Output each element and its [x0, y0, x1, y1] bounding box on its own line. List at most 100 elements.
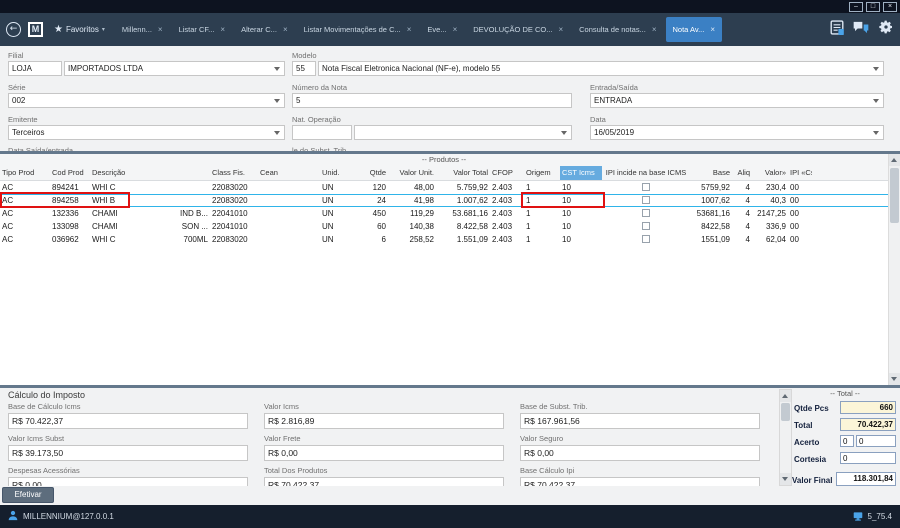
tasks-icon[interactable]: [830, 20, 844, 40]
settings-gear-icon[interactable]: [878, 19, 894, 40]
calc-field-value[interactable]: R$ 39.173,50: [8, 445, 248, 461]
ipi-checkbox[interactable]: [642, 235, 650, 243]
tab-close-icon[interactable]: ×: [407, 25, 412, 34]
cell-unid: UN: [320, 233, 356, 246]
scroll-down-icon[interactable]: [889, 373, 900, 385]
column-header[interactable]: Aliq: [732, 166, 752, 180]
ipi-checkbox[interactable]: [642, 222, 650, 230]
close-button[interactable]: ×: [883, 2, 897, 12]
scrollbar-thumb[interactable]: [781, 403, 790, 421]
ipi-checkbox[interactable]: [642, 183, 650, 191]
data-select[interactable]: 16/05/2019: [590, 125, 884, 140]
cell-ipi_cst: 00: [788, 207, 812, 220]
millennium-logo[interactable]: M: [28, 22, 43, 37]
table-row[interactable]: AC894241WHI C22083020UN12048,005.759,922…: [0, 181, 888, 194]
column-header[interactable]: Class Fis.: [210, 166, 258, 180]
cell-valor: 2147,25: [752, 207, 788, 220]
column-header[interactable]: Cod Prod: [50, 166, 90, 180]
calc-field-value[interactable]: R$ 70.422,37: [8, 413, 248, 429]
column-header[interactable]: IPI incide na base ICMS: [602, 166, 690, 180]
cell-valor_total: 5.759,92: [436, 181, 490, 194]
nat-operacao-select[interactable]: [354, 125, 572, 140]
valor-final-field[interactable]: 118.301,84: [836, 472, 896, 486]
entrada-saida-select[interactable]: ENTRADA: [590, 93, 884, 108]
calc-field-value[interactable]: R$ 70.422,37: [520, 477, 760, 486]
calc-field-value[interactable]: R$ 0,00: [8, 477, 248, 486]
column-header[interactable]: Descrição: [90, 166, 210, 180]
tab-close-icon[interactable]: ×: [220, 25, 225, 34]
table-scrollbar[interactable]: [888, 154, 900, 385]
total-field[interactable]: 70.422,37: [840, 418, 896, 431]
tab-5[interactable]: Eve...×: [420, 17, 464, 42]
ipi-checkbox[interactable]: [642, 196, 650, 204]
acerto-field-2[interactable]: 0: [856, 435, 896, 447]
calc-field-value[interactable]: R$ 0,00: [520, 445, 760, 461]
tab-close-icon[interactable]: ×: [283, 25, 288, 34]
cortesia-field[interactable]: 0: [840, 452, 896, 464]
calc-field-value[interactable]: R$ 2.816,89: [264, 413, 504, 429]
tab-7[interactable]: Consulta de notas...×: [572, 17, 663, 42]
column-header[interactable]: Base: [690, 166, 732, 180]
favorites-menu[interactable]: ★ Favoritos ▾: [54, 25, 105, 35]
tab-close-icon[interactable]: ×: [453, 25, 458, 34]
column-header[interactable]: IPI «Cst: [788, 166, 812, 180]
column-header[interactable]: Qtde: [356, 166, 388, 180]
tab-4[interactable]: Listar Movimentações de C...×: [297, 17, 419, 42]
modelo-name-select[interactable]: Nota Fiscal Eletronica Nacional (NF-e), …: [318, 61, 884, 76]
back-icon[interactable]: ←: [6, 22, 21, 37]
cell-cod: 133098: [50, 220, 90, 233]
bottom-scrollbar[interactable]: [779, 389, 792, 486]
cell-desc: CHAMIIND B...: [90, 207, 210, 220]
table-row[interactable]: AC036962WHI C700ML22083020UN6258,521.551…: [0, 233, 888, 246]
numero-nota-field[interactable]: 5: [292, 93, 572, 108]
column-header[interactable]: Valor Total: [436, 166, 490, 180]
table-row[interactable]: AC133098CHAMISON ...22041010UN60140,388.…: [0, 220, 888, 233]
efetivar-button[interactable]: Efetivar: [2, 487, 54, 503]
tab-6[interactable]: DEVOLUÇÃO DE CO...×: [466, 17, 570, 42]
scroll-down-icon[interactable]: [780, 473, 791, 485]
minimize-button[interactable]: –: [849, 2, 863, 12]
scrollbar-thumb[interactable]: [890, 168, 899, 223]
acerto-field-1[interactable]: 0: [840, 435, 854, 447]
tab-8[interactable]: Nota Av...×: [666, 17, 723, 42]
tab-3[interactable]: Alterar C...×: [234, 17, 295, 42]
column-header[interactable]: Cean: [258, 166, 320, 180]
maximize-button[interactable]: □: [866, 2, 880, 12]
cortesia-label: Cortesia: [794, 455, 826, 464]
column-header[interactable]: Valor Unit.: [388, 166, 436, 180]
filial-code-field[interactable]: LOJA: [8, 61, 62, 76]
tab-close-icon[interactable]: ×: [158, 25, 163, 34]
nat-operacao-code-field[interactable]: [292, 125, 352, 140]
data-label: Data: [590, 115, 606, 124]
calc-field-value[interactable]: R$ 0,00: [264, 445, 504, 461]
qtde-pcs-field[interactable]: 660: [840, 401, 896, 414]
products-section-label: -- Produtos --: [0, 154, 888, 166]
modelo-code-field[interactable]: 55: [292, 61, 316, 76]
column-header[interactable]: Unid.: [320, 166, 356, 180]
tab-1[interactable]: Millenn...×: [115, 17, 170, 42]
emitente-select[interactable]: Terceiros: [8, 125, 285, 140]
column-header[interactable]: Tipo Prod: [0, 166, 50, 180]
tab-2[interactable]: Listar CF...×: [172, 17, 233, 42]
calc-item-6: Valor SeguroR$ 0,00: [520, 434, 760, 461]
table-row[interactable]: AC894258WHI B22083020UN2441,981.007,622.…: [0, 194, 888, 207]
filial-name-select[interactable]: IMPORTADOS LTDA: [64, 61, 285, 76]
chat-icon[interactable]: [853, 21, 869, 39]
calc-field-value[interactable]: R$ 70.422,37: [264, 477, 504, 486]
serie-select[interactable]: 002: [8, 93, 285, 108]
tab-close-icon[interactable]: ×: [558, 25, 563, 34]
cell-aliq: 4: [732, 220, 752, 233]
column-header[interactable]: CST Icms: [560, 166, 602, 180]
calc-field-value[interactable]: R$ 167.961,56: [520, 413, 760, 429]
tab-close-icon[interactable]: ×: [652, 25, 657, 34]
cell-unid: UN: [320, 207, 356, 220]
column-header[interactable]: Valor»: [752, 166, 788, 180]
tab-close-icon[interactable]: ×: [710, 25, 715, 34]
cell-class_fis: 22041010: [210, 220, 258, 233]
table-row[interactable]: AC132336CHAMIIND B...22041010UN450119,29…: [0, 207, 888, 220]
scroll-up-icon[interactable]: [889, 154, 900, 166]
ipi-checkbox[interactable]: [642, 209, 650, 217]
column-header[interactable]: Origem: [524, 166, 560, 180]
column-header[interactable]: CFOP: [490, 166, 524, 180]
scroll-up-icon[interactable]: [780, 390, 791, 402]
